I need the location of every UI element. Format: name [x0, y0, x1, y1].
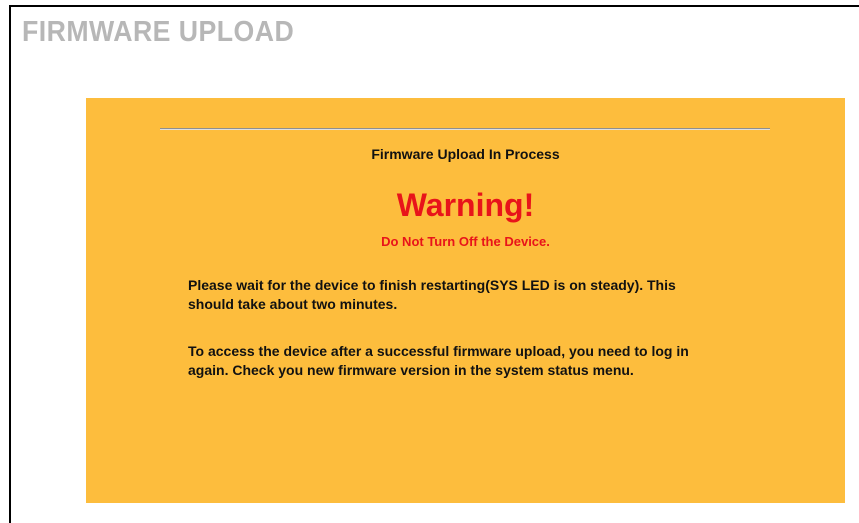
upload-status-panel: Firmware Upload In Process Warning! Do N…	[86, 98, 845, 503]
login-instructions: To access the device after a successful …	[188, 343, 689, 378]
restart-instructions: Please wait for the device to finish res…	[188, 277, 676, 312]
page-title: FIRMWARE UPLOAD	[22, 16, 295, 48]
warning-title: Warning!	[396, 187, 535, 223]
warning-message: Do Not Turn Off the Device.	[381, 234, 550, 249]
status-heading: Firmware Upload In Process	[371, 146, 560, 162]
divider-rule	[160, 128, 770, 130]
